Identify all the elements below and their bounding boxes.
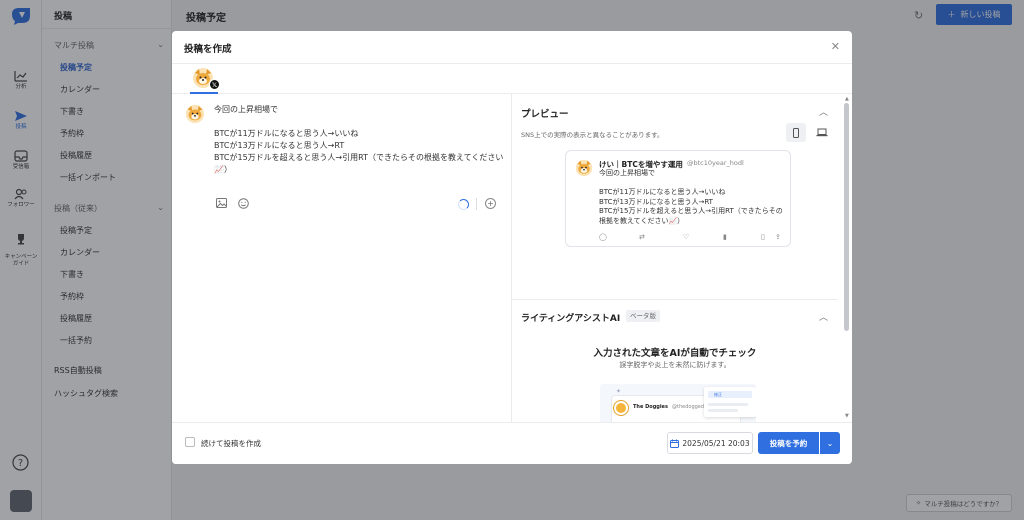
mock-text-line	[708, 409, 738, 412]
tweet-preview-card: けい｜BTCを増やす運用 @btc10year_hodl 今回の上昇相場で BT…	[565, 150, 791, 247]
ai-assist-title: ライティングアシストAI	[521, 314, 621, 324]
schedule-date-value: 2025/05/21 20:03	[682, 438, 750, 448]
ai-assist-illustration: ✦ The Doggies @thedoggeds 修正	[600, 384, 756, 422]
preview-title: プレビュー	[521, 109, 569, 120]
toolbar-divider	[476, 198, 477, 210]
image-icon[interactable]	[216, 198, 227, 208]
share-icon: ⇪	[775, 233, 781, 241]
account-tabs: 𝕏	[172, 64, 852, 94]
modal-header: 投稿を作成 ✕	[172, 31, 852, 64]
chevron-up-icon[interactable]: ︿	[819, 105, 828, 118]
chevron-up-icon[interactable]: ︿	[819, 310, 828, 323]
preview-mobile-toggle[interactable]	[786, 123, 806, 142]
scrollbar-thumb[interactable]	[844, 103, 849, 331]
close-icon[interactable]: ✕	[831, 40, 840, 53]
retweet-icon: ⇄	[639, 233, 645, 241]
mock-suggestion-popover: 修正	[704, 387, 756, 417]
preview-scrollbar[interactable]: ▲ ▼	[844, 94, 850, 422]
dog-avatar-icon	[575, 159, 593, 177]
emoji-icon[interactable]	[238, 198, 249, 209]
scroll-up-icon[interactable]: ▲	[845, 96, 849, 102]
preview-desktop-toggle[interactable]	[812, 123, 832, 142]
sparkle-icon: ✦	[616, 388, 622, 395]
views-icon: ▮	[723, 233, 727, 241]
ai-assist-subtitle: 誤字脱字や炎上を未然に防げます。	[619, 361, 731, 369]
dog-avatar-icon	[185, 104, 205, 124]
ai-assist-heading: 入力された文章をAIが自動でチェック	[593, 348, 757, 359]
character-count-ring-icon	[458, 199, 469, 210]
mock-text-line	[708, 403, 748, 406]
tweet-author-handle: @btc10year_hodl	[687, 159, 744, 167]
account-tab-x[interactable]: 𝕏	[192, 67, 220, 91]
modal-footer: 続けて投稿を作成 2025/05/21 20:03 投稿を予約 ⌄	[172, 422, 852, 464]
tweet-body: 今回の上昇相場で BTCが11万ドルになると思う人→いいね BTCが13万ドルに…	[599, 169, 783, 225]
laptop-icon	[816, 128, 828, 137]
create-post-modal: 投稿を作成 ✕ 𝕏 今回の上昇相場で BTCが11万ドルになると思う人→いいね …	[172, 31, 852, 464]
preview-note: SNS上での実際の表示と異なることがあります。	[521, 131, 664, 139]
preview-pane: プレビュー ︿ SNS上での実際の表示と異なることがあります。 けい｜BTCを増…	[512, 94, 852, 422]
editor-toolbar: +	[214, 198, 504, 212]
post-editor: 今回の上昇相場で BTCが11万ドルになると思う人→いいね BTCが13万ドルに…	[172, 94, 512, 422]
tweet-actions: ◯ ⇄ ♡ ▮ ▯ ⇪	[599, 233, 785, 243]
mock-suggestion-chip: 修正	[708, 391, 752, 398]
mock-avatar	[614, 401, 628, 415]
reply-icon: ◯	[599, 233, 607, 241]
mock-account-name: The Doggies	[633, 404, 668, 410]
bookmark-icon: ▯	[761, 233, 765, 241]
schedule-options-button[interactable]: ⌄	[820, 432, 840, 454]
mock-account-handle: @thedoggeds	[672, 404, 707, 410]
continue-posting-label: 続けて投稿を作成	[201, 439, 261, 448]
like-icon: ♡	[683, 233, 690, 241]
beta-badge: ベータ版	[626, 310, 660, 322]
calendar-icon	[670, 439, 680, 448]
modal-title: 投稿を作成	[184, 44, 232, 55]
add-thread-icon[interactable]: +	[485, 198, 496, 209]
schedule-post-button[interactable]: 投稿を予約	[758, 432, 819, 454]
schedule-date-picker[interactable]: 2025/05/21 20:03	[667, 432, 753, 454]
section-divider	[512, 299, 838, 300]
chevron-down-icon: ⌄	[826, 438, 834, 448]
scroll-down-icon[interactable]: ▼	[845, 413, 849, 419]
x-logo-icon: 𝕏	[209, 79, 220, 90]
mobile-icon	[793, 127, 799, 138]
post-text-input[interactable]: 今回の上昇相場で BTCが11万ドルになると思う人→いいね BTCが13万ドルに…	[214, 104, 504, 176]
continue-posting-checkbox[interactable]	[185, 437, 195, 447]
